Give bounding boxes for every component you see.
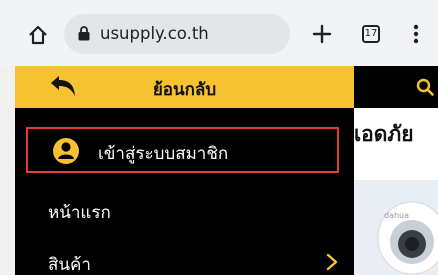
home-icon[interactable] <box>27 24 49 46</box>
tab-count: 17 <box>364 28 378 39</box>
url-text[interactable]: usupply.co.th <box>100 24 209 43</box>
address-bar[interactable]: usupply.co.th <box>64 14 290 54</box>
banner-heading: เอดภัย <box>354 122 414 146</box>
nav-item-products[interactable]: สินค้า <box>15 242 354 275</box>
member-login-item[interactable]: เข้าสู่ระบบสมาชิก <box>26 127 339 173</box>
promo-banner[interactable]: เอดภัย dahua <box>354 108 438 275</box>
search-icon[interactable] <box>416 78 434 96</box>
drawer-back-button[interactable]: ย้อนกลับ <box>15 66 354 108</box>
login-label: เข้าสู่ระบบสมาชิก <box>98 144 229 164</box>
svg-text:dahua: dahua <box>384 211 409 220</box>
nav-item-home[interactable]: หน้าแรก <box>15 190 354 230</box>
browser-toolbar: usupply.co.th 17 <box>0 0 438 66</box>
web-page: เอดภัย dahua ย้อนกลับ เข้าสู่ระบบสมาชิก <box>0 66 438 275</box>
kebab-menu-icon[interactable] <box>408 23 424 45</box>
side-drawer: ย้อนกลับ เข้าสู่ระบบสมาชิก หน้าแรก สินค้… <box>15 66 354 275</box>
user-account-icon <box>53 138 79 164</box>
camera-product-image: dahua <box>377 201 438 275</box>
site-header <box>354 66 438 108</box>
tab-switcher-button[interactable]: 17 <box>360 23 382 45</box>
lock-icon <box>78 26 90 41</box>
back-label: ย้อนกลับ <box>152 80 217 100</box>
plus-icon[interactable] <box>312 24 332 44</box>
nav-item-label: สินค้า <box>48 255 91 275</box>
chevron-right-icon <box>326 253 338 271</box>
nav-item-label: หน้าแรก <box>48 203 111 223</box>
